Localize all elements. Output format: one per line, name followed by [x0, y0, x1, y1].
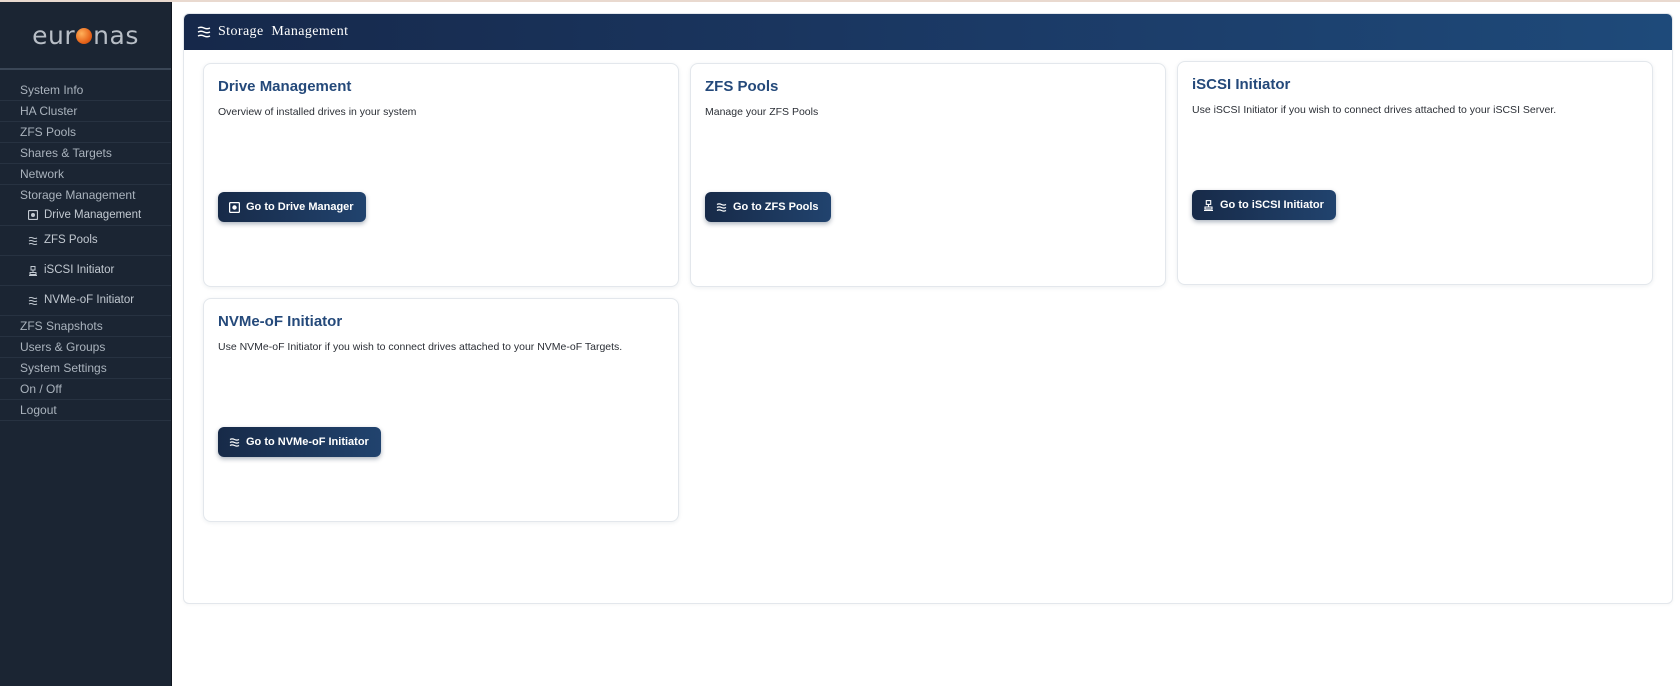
sidebar-subitem-drive-management[interactable]: Drive Management: [0, 205, 171, 226]
sidebar-subitem-label: NVMe-oF Initiator: [44, 294, 135, 306]
sidebar-item-logout[interactable]: Logout: [0, 400, 171, 421]
logo-wordmark: eur nas: [32, 20, 139, 50]
layers-icon: [229, 437, 240, 448]
layers-icon: [197, 25, 211, 39]
sidebar-item-on-off[interactable]: On / Off: [0, 379, 171, 400]
network-icon: [1203, 199, 1214, 211]
card-title: NVMe-oF Initiator: [218, 313, 343, 330]
sidebar-item-system-settings[interactable]: System Settings: [0, 358, 171, 379]
sidebar: eur nas System Info HA Cluster ZFS Pools …: [0, 2, 172, 686]
card-zfs-pools: ZFS Pools Manage your ZFS Pools Go to ZF…: [690, 63, 1166, 287]
sidebar-subitem-iscsi-initiator[interactable]: iSCSI Initiator: [0, 256, 171, 286]
sidebar-subitem-label: Drive Management: [44, 209, 142, 221]
go-to-zfs-pools-button[interactable]: Go to ZFS Pools: [705, 192, 831, 222]
button-label: Go to NVMe-oF Initiator: [246, 436, 369, 448]
sidebar-subitem-nvmeof-initiator[interactable]: NVMe-oF Initiator: [0, 286, 171, 316]
sidebar-item-system-info[interactable]: System Info: [0, 80, 171, 101]
card-drive-management: Drive Management Overview of installed d…: [203, 63, 679, 287]
sidebar-item-storage-management[interactable]: Storage Management: [0, 185, 171, 205]
sidebar-item-ha-cluster[interactable]: HA Cluster: [0, 101, 171, 122]
layers-icon: [28, 296, 38, 306]
sidebar-subitem-zfs-pools[interactable]: ZFS Pools: [0, 226, 171, 256]
card-description: Use iSCSI Initiator if you wish to conne…: [1192, 104, 1557, 116]
button-label: Go to Drive Manager: [246, 201, 354, 213]
go-to-iscsi-initiator-button[interactable]: Go to iSCSI Initiator: [1192, 190, 1336, 220]
card-nvmeof-initiator: NVMe-oF Initiator Use NVMe-oF Initiator …: [203, 298, 679, 522]
card-description: Manage your ZFS Pools: [705, 106, 819, 118]
button-label: Go to iSCSI Initiator: [1220, 199, 1324, 211]
sidebar-item-zfs-pools[interactable]: ZFS Pools: [0, 122, 171, 143]
page-header: Storage Management: [184, 14, 1672, 50]
layers-icon: [716, 202, 727, 213]
sidebar-item-zfs-snapshots[interactable]: ZFS Snapshots: [0, 316, 171, 337]
network-icon: [28, 265, 38, 276]
sidebar-item-users-groups[interactable]: Users & Groups: [0, 337, 171, 358]
go-to-drive-manager-button[interactable]: Go to Drive Manager: [218, 192, 366, 222]
main-panel: Storage Management Drive Management Over…: [183, 13, 1673, 604]
sidebar-subitem-label: iSCSI Initiator: [44, 264, 115, 276]
layers-icon: [28, 236, 38, 246]
sidebar-item-shares-targets[interactable]: Shares & Targets: [0, 143, 171, 164]
logo[interactable]: eur nas: [0, 2, 171, 70]
page-title: Storage Management: [218, 24, 349, 39]
card-title: Drive Management: [218, 78, 352, 95]
card-title: iSCSI Initiator: [1192, 76, 1291, 93]
storage-submenu: Drive Management ZFS Pools iSCSI Initiat…: [0, 205, 171, 316]
drive-icon: [229, 201, 240, 213]
drive-icon: [28, 210, 38, 220]
card-iscsi-initiator: iSCSI Initiator Use iSCSI Initiator if y…: [1177, 61, 1653, 285]
button-label: Go to ZFS Pools: [733, 201, 819, 213]
go-to-nvmeof-initiator-button[interactable]: Go to NVMe-oF Initiator: [218, 427, 381, 457]
top-border: [0, 0, 1680, 2]
sidebar-subitem-label: ZFS Pools: [44, 234, 98, 246]
sidebar-item-network[interactable]: Network: [0, 164, 171, 185]
card-title: ZFS Pools: [705, 78, 779, 95]
card-description: Overview of installed drives in your sys…: [218, 106, 417, 118]
logo-sun-icon: [76, 28, 93, 44]
card-description: Use NVMe-oF Initiator if you wish to con…: [218, 341, 623, 353]
sidebar-nav: System Info HA Cluster ZFS Pools Shares …: [0, 80, 171, 421]
